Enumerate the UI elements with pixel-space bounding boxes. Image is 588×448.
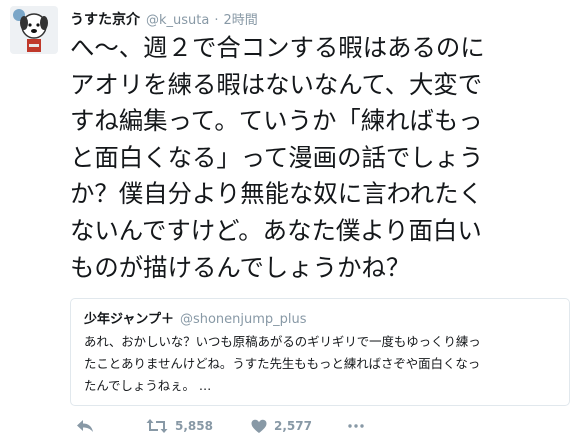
tweet-text-line: すね編集って。ていうか「練ればもっ xyxy=(70,106,483,136)
more-button[interactable] xyxy=(348,423,364,429)
quoted-text-line: たんでしょうねぇ。 … xyxy=(84,378,212,393)
tweet-text-line: と面白くなる」って漫画の話でしょう xyxy=(70,142,484,172)
separator: · xyxy=(214,13,219,28)
quoted-text-line: あれ、おかしいな？いつも原稿あがるのギリギリで一度もゆっくり練っ xyxy=(84,334,481,349)
retweet-count: 5,858 xyxy=(175,419,213,433)
more-icon xyxy=(348,424,364,428)
retweet-button[interactable]: 5,858 xyxy=(146,418,213,434)
heart-icon xyxy=(251,419,267,433)
like-button[interactable]: 2,577 xyxy=(251,419,312,434)
timestamp[interactable]: 2時間 xyxy=(223,9,257,28)
user-handle[interactable]: @k_usuta xyxy=(146,13,209,28)
tweet-text: へ～、週２で合コンする暇はあるのに アオリを練る暇はないなんて、大変で すね編集… xyxy=(70,30,580,286)
quoted-tweet[interactable]: 少年ジャンプ＋ @shonenjump_plus あれ、おかしいな？いつも原稿あ… xyxy=(70,298,570,406)
reply-button[interactable] xyxy=(76,418,94,434)
like-count: 2,577 xyxy=(273,419,312,433)
tweet-text-line: か？僕自分より無能な奴に言われたく xyxy=(70,179,483,209)
tweet-header: うすた京介 @k_usuta · 2時間 xyxy=(70,9,258,31)
avatar[interactable] xyxy=(10,6,58,54)
tweet-text-line: ものが描けるんでしょうかね？ xyxy=(70,252,411,282)
tweet-actions: 5,858 2,577 xyxy=(70,414,364,438)
tweet-text-line: ないんですけど。あなた僕より面白い xyxy=(70,215,482,245)
quoted-display-name: 少年ジャンプ＋ xyxy=(84,312,174,327)
quoted-text-line: たことありませんけどね。うすた先生ももっと練ればさぞや面白くなっ xyxy=(84,356,481,371)
reply-icon xyxy=(77,420,93,432)
quoted-user-handle: @shonenjump_plus xyxy=(179,312,307,327)
tweet-text-line: へ～、週２で合コンする暇はあるのに xyxy=(70,33,485,62)
retweet-icon xyxy=(146,419,168,433)
quoted-tweet-text: あれ、おかしいな？いつも原稿あがるのギリギリで一度もゆっくり練っ たことありませ… xyxy=(84,331,564,397)
display-name[interactable]: うすた京介 xyxy=(70,9,140,29)
quoted-tweet-header: 少年ジャンプ＋ @shonenjump_plus xyxy=(84,308,307,327)
tweet-text-line: アオリを練る暇はないなんて、大変で xyxy=(70,69,483,99)
